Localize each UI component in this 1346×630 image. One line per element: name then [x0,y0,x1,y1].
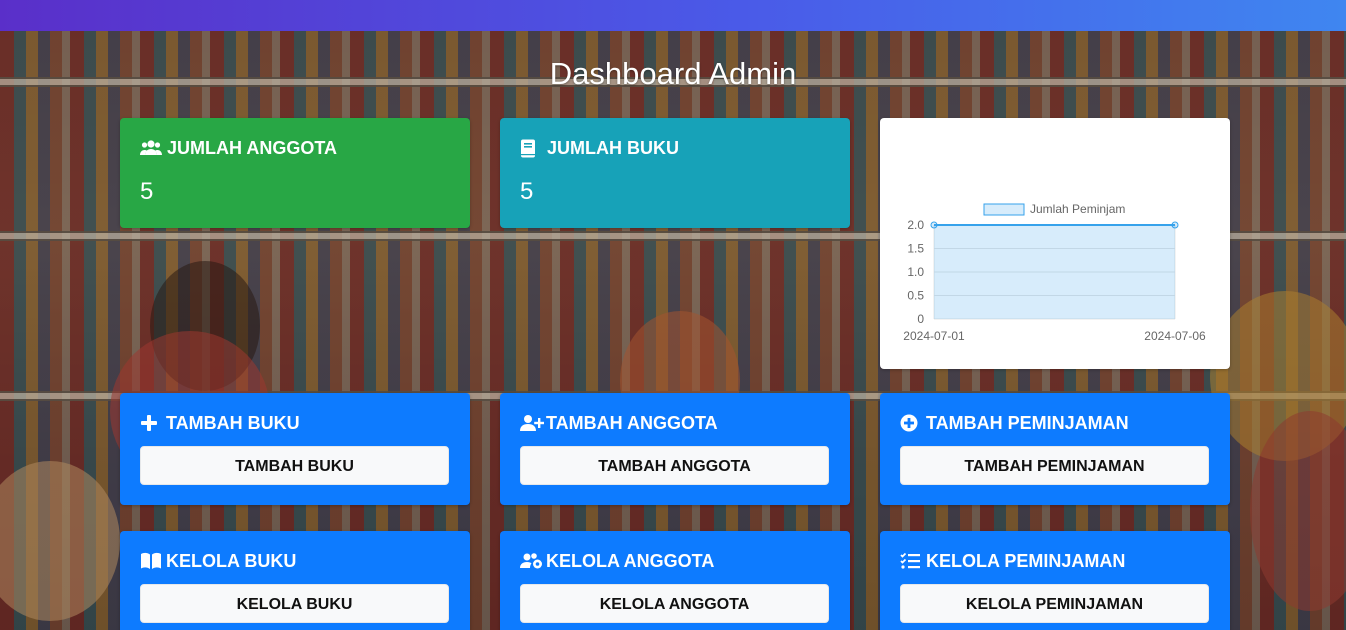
tambah-buku-button[interactable]: TAMBAH BUKU [140,446,449,485]
tasks-icon [900,552,920,572]
users-icon [140,139,162,159]
kelola-buku-button[interactable]: KELOLA BUKU [140,584,449,623]
peminjam-line-chart: Jumlah Peminjam 0 0.5 1.0 1.5 2.0 2024-07-01 20… [903,202,1206,343]
chart-card: Jumlah Peminjam 0 0.5 1.0 1.5 2.0 2024-07-01 20… [880,118,1230,369]
legend-swatch [983,203,1025,216]
page-title: Dashboard Admin [549,56,797,91]
y-tick-label: 1.5 [907,242,924,256]
card-title: TAMBAH BUKU [166,413,300,433]
users-cog-icon [520,552,542,572]
tambah-anggota-button[interactable]: TAMBAH ANGGOTA [520,446,829,485]
data-point [930,221,938,229]
legend-label: Jumlah Peminjam [1030,202,1125,216]
stat-label: JUMLAH ANGGOTA [167,138,337,158]
card-title: TAMBAH PEMINJAMAN [926,413,1129,433]
x-tick-label: 2024-07-06 [1144,329,1206,343]
card-tambah-anggota: TAMBAH ANGGOTA TAMBAH ANGGOTA [500,393,850,505]
kelola-anggota-button[interactable]: KELOLA ANGGOTA [520,584,829,623]
plus-icon [140,414,160,434]
y-tick-label: 1.0 [907,265,924,279]
card-title: KELOLA BUKU [166,551,297,571]
user-plus-icon [520,414,545,434]
y-tick-label: 0.5 [907,289,924,303]
stat-value: 5 [520,178,534,205]
card-kelola-buku: KELOLA BUKU KELOLA BUKU [120,531,470,630]
kelola-peminjaman-button[interactable]: KELOLA PEMINJAMAN [900,584,1209,623]
book-open-icon [140,552,161,572]
card-tambah-peminjaman: TAMBAH PEMINJAMAN TAMBAH PEMINJAMAN [880,393,1230,505]
y-tick-label: 2.0 [907,218,924,232]
card-title: KELOLA PEMINJAMAN [926,551,1126,571]
stat-value: 5 [140,178,154,205]
x-tick-label: 2024-07-01 [903,329,965,343]
card-title: KELOLA ANGGOTA [546,551,715,571]
book-icon [520,139,540,159]
data-point [1171,221,1179,229]
card-tambah-buku: TAMBAH BUKU TAMBAH BUKU [120,393,470,505]
stat-card-buku: JUMLAH BUKU 5 [500,118,850,228]
stat-card-anggota: JUMLAH ANGGOTA 5 [120,118,470,228]
series-area [934,225,1175,319]
tambah-peminjaman-button[interactable]: TAMBAH PEMINJAMAN [900,446,1209,485]
card-kelola-peminjaman: KELOLA PEMINJAMAN KELOLA PEMINJAMAN [880,531,1230,630]
top-navbar [0,0,1346,31]
y-tick-label: 0 [917,312,924,326]
card-title: TAMBAH ANGGOTA [546,413,718,433]
plus-circle-icon [900,414,920,434]
stat-label: JUMLAH BUKU [547,138,679,158]
card-kelola-anggota: KELOLA ANGGOTA KELOLA ANGGOTA [500,531,850,630]
